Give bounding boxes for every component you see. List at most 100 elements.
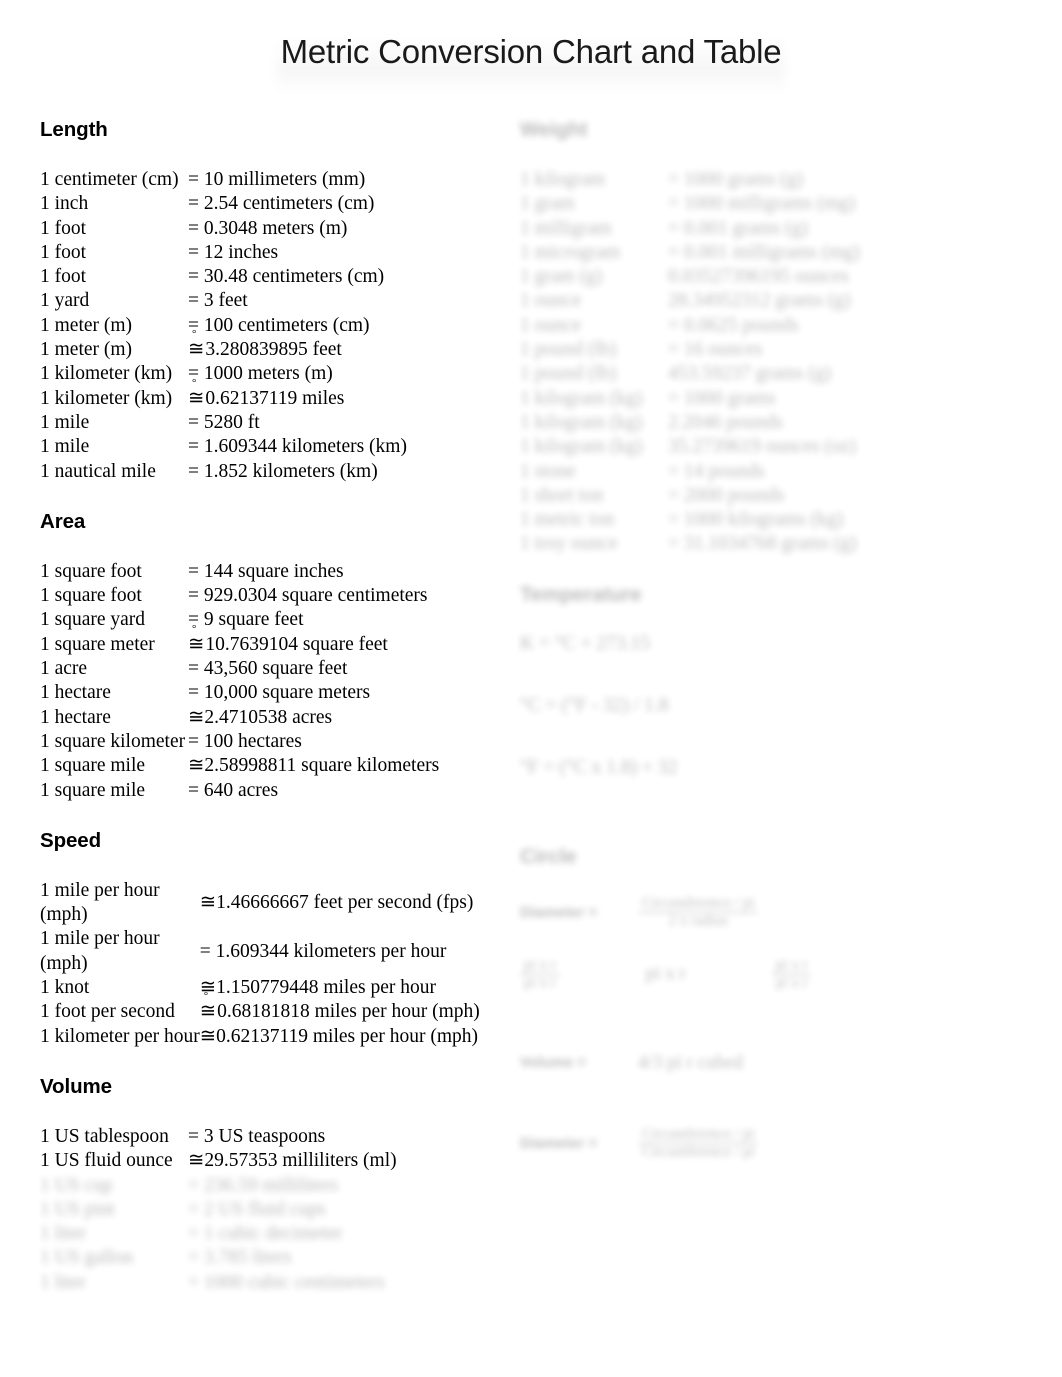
- row-value: = 43,560 square feet: [188, 658, 348, 680]
- table-row: 1 metric ton = 1000 kilograms (kg): [520, 508, 998, 532]
- row-unit: 1 kilometer (km): [40, 363, 173, 385]
- row-unit: 1 square meter: [40, 633, 155, 655]
- table-row: 1 mile = 5280 ft: [40, 411, 518, 435]
- row-unit: 1 pound (lb): [520, 339, 617, 361]
- row-value: = 5280 ft: [188, 411, 260, 433]
- document-page: Metric Conversion Chart and Table Length…: [0, 0, 1062, 1377]
- row-value: = 3 US teaspoons: [188, 1125, 326, 1147]
- table-row: 1 US gallon = 3.785 liters: [40, 1246, 518, 1270]
- row-unit: 1 meter (m): [40, 314, 133, 336]
- fraction: Circumference / pi 2 x radius: [638, 895, 759, 930]
- formula-expression: pi x r pi x r: [520, 957, 560, 992]
- row-value: ≅1.150779448 miles per hour: [200, 976, 520, 1000]
- row-unit: 1 foot: [40, 266, 87, 288]
- row-unit: 1 ounce: [520, 314, 582, 336]
- table-row: 1 square kilometer = 100 hectares: [40, 730, 518, 754]
- fraction-numerator: Circumference / pi: [638, 1126, 759, 1144]
- row-value-text: 0.62137119 miles per hour (mph): [216, 1025, 479, 1047]
- row-value: = 236.59 milliliters: [188, 1174, 339, 1196]
- row-value: 28.34952312 grams (g): [668, 290, 851, 312]
- row-value: = 929.0304 square centimeters: [188, 585, 428, 607]
- table-row: 1 acre = 43,560 square feet: [40, 657, 518, 681]
- table-row: 1 US cup = 236.59 milliliters: [40, 1174, 518, 1198]
- approximately-equal-icon: ≅: [199, 891, 217, 913]
- section-heading-temperature: Temperature: [520, 582, 642, 606]
- row-unit: 1 short ton: [520, 484, 604, 506]
- table-row: 1 knot ≅1.150779448 miles per hour: [40, 976, 520, 1000]
- row-value: = 10 millimeters (mm): [188, 169, 366, 190]
- row-value: = 1000 grams (g): [668, 169, 804, 190]
- row-unit: 1 mile per hour (mph): [40, 879, 160, 926]
- fraction: pi x r pi x r: [771, 957, 812, 992]
- row-unit: 1 knot: [40, 977, 90, 999]
- approximately-equal-icon: ≅: [199, 1025, 217, 1047]
- row-value-text: 1.150779448 miles per hour: [216, 977, 436, 999]
- formula-body: Circumference / pi Circumference / pi: [638, 1126, 759, 1161]
- row-unit: 1 centimeter (cm): [40, 169, 179, 190]
- row-value: ≅3.280839895 feet: [188, 329, 518, 362]
- row-value: = 14 pounds: [668, 460, 765, 482]
- table-row: 1 short ton = 2000 pounds: [520, 484, 998, 508]
- table-row: 1 microgram = 0.001 milligrams (mg): [520, 241, 998, 265]
- row-unit: 1 kilogram (kg): [520, 411, 643, 433]
- formula-label: Volume =: [520, 1054, 586, 1072]
- row-value: = 100 hectares: [188, 730, 302, 752]
- table-row: 1 kilometer (km) = 1000 meters (m): [40, 362, 518, 386]
- row-unit: 1 square foot: [40, 560, 142, 582]
- row-value-text: 0.68181818 miles per hour (mph): [217, 1001, 480, 1023]
- conversion-table-speed: 1 mile per hour (mph) ≅1.46666667 feet p…: [40, 879, 520, 1049]
- approximately-equal-icon: ≅: [200, 991, 216, 1024]
- row-value: ≅2.4710538 acres: [188, 706, 518, 730]
- row-value-text: 29.57353 milliliters (ml): [204, 1150, 397, 1172]
- row-unit: 1 gram (g): [520, 266, 603, 288]
- table-row: 1 kilogram = 1000 grams (g): [520, 168, 998, 192]
- circle-formula-diameter: Diameter = Circumference / pi 2 x radius: [520, 895, 1020, 930]
- row-unit: 1 square foot: [40, 585, 142, 607]
- circle-formula-group: pi x r pi x r pi x r pi x r pi x r: [520, 957, 1020, 992]
- formula-label: Diameter =: [520, 1134, 598, 1152]
- approximately-equal-icon: ≅: [188, 378, 204, 411]
- row-value: = 1000 grams: [668, 387, 776, 409]
- row-value: = 1.852 kilometers (km): [188, 460, 378, 482]
- row-unit: 1 gram: [520, 193, 575, 215]
- row-unit: 1 meter (m): [40, 339, 133, 361]
- row-unit: 1 hectare: [40, 682, 111, 704]
- table-row: 1 kilogram (kg) 2.2046 pounds: [520, 411, 998, 435]
- row-unit: 1 square kilometer: [40, 730, 186, 752]
- row-value: = 3.785 liters: [188, 1247, 292, 1269]
- approximately-equal-icon: ≅: [188, 706, 205, 728]
- table-row: 1 kilometer per hour ≅0.62137119 miles p…: [40, 1025, 520, 1049]
- row-value: 2.2046 pounds: [668, 411, 783, 433]
- table-row: 1 square foot = 144 square inches: [40, 560, 518, 584]
- row-value: = 2.54 centimeters (cm): [188, 193, 375, 215]
- fraction-numerator: Circumference / pi: [638, 895, 759, 913]
- fraction-denominator: pi x r: [524, 974, 556, 991]
- row-value: ≅10.7639104 square feet: [188, 624, 518, 657]
- temperature-formula: °C = (°F - 32) / 1.8: [520, 694, 669, 716]
- row-value-text: 3.280839895 feet: [205, 339, 342, 361]
- table-row: 1 foot = 30.48 centimeters (cm): [40, 265, 518, 289]
- table-row: 1 gram (g) 0.03527396195 ounces: [520, 265, 998, 289]
- table-row: 1 yard = 3 feet: [40, 289, 518, 313]
- row-unit: 1 mile: [40, 411, 90, 433]
- table-row: 1 stone = 14 pounds: [520, 460, 998, 484]
- row-unit: 1 nautical mile: [40, 460, 156, 482]
- section-heading-circle: Circle: [520, 844, 577, 868]
- table-row: 1 liter = 1 cubic decimeter: [40, 1222, 518, 1246]
- right-column: Weight 1 kilogram = 1000 grams (g) 1 gra…: [520, 118, 1020, 1188]
- row-value: = 0.001 grams (g): [668, 217, 808, 239]
- fraction-numerator: pi x r: [520, 957, 560, 975]
- circle-formula-volume: Volume = 4/3 pi r cubed: [520, 1052, 1020, 1074]
- row-value: = 1000 meters (m): [188, 363, 333, 385]
- row-unit: 1 kilogram: [520, 169, 606, 190]
- row-value-text: 2.58998811 square kilometers: [204, 755, 440, 777]
- temperature-formula: °F = (°C x 1.8) + 32: [520, 756, 678, 778]
- table-row: 1 gram = 1000 milligrams (mg): [520, 192, 998, 216]
- row-unit: 1 kilometer (km): [40, 387, 173, 409]
- fraction-denominator: Circumference / pi: [642, 1143, 755, 1160]
- row-unit: 1 liter: [40, 1223, 87, 1245]
- row-value-text: 10.7639104 square feet: [205, 633, 388, 655]
